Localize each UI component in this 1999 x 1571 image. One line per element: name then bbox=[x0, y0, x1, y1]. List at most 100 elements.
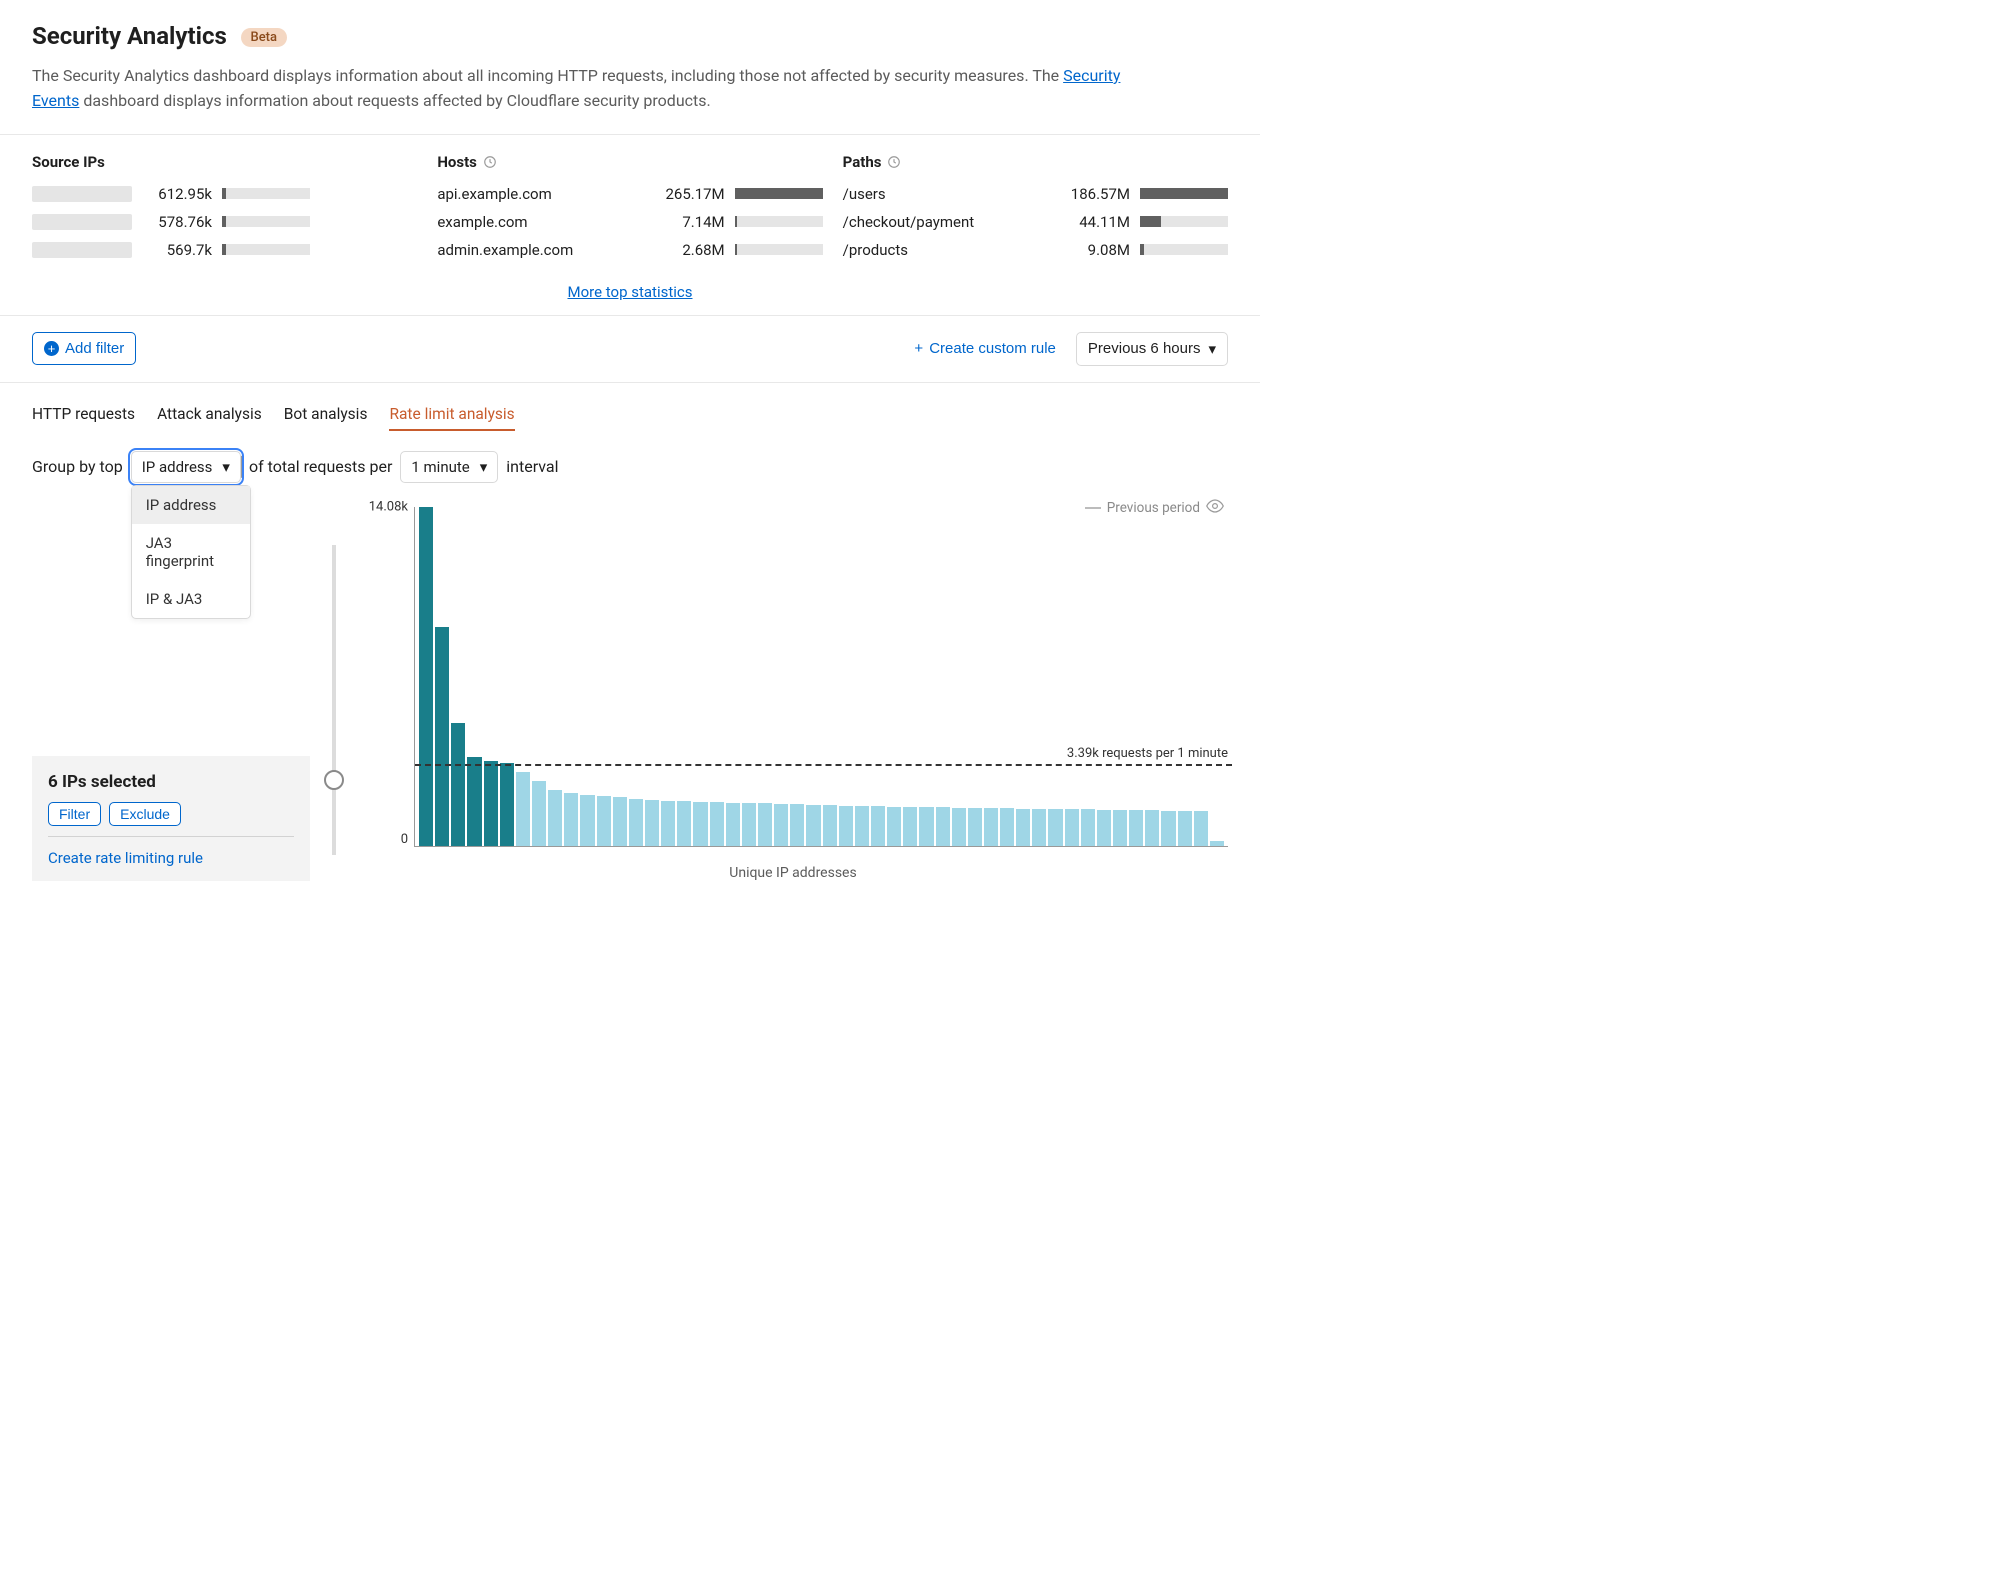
chart-bar[interactable] bbox=[1000, 808, 1014, 845]
top-stat-row[interactable]: /users186.57M bbox=[843, 185, 1228, 203]
top-stat-row[interactable]: /products9.08M bbox=[843, 241, 1228, 259]
interval-select[interactable]: 1 minute ▾ bbox=[400, 451, 498, 483]
create-rate-limiting-rule-link[interactable]: Create rate limiting rule bbox=[48, 849, 203, 867]
chart-bar[interactable] bbox=[855, 806, 869, 845]
top-stat-value: 7.14M bbox=[655, 213, 725, 231]
chart-bar[interactable] bbox=[726, 803, 740, 846]
chart-bar[interactable] bbox=[597, 796, 611, 845]
tab-rate-limit-analysis[interactable]: Rate limit analysis bbox=[389, 405, 514, 431]
chart-bar[interactable] bbox=[936, 807, 950, 845]
chart-bar[interactable] bbox=[823, 805, 837, 845]
threshold-label: 3.39k requests per 1 minute bbox=[1067, 746, 1228, 764]
groupby-select[interactable]: IP address ▾ bbox=[131, 451, 241, 483]
chart-bar[interactable] bbox=[484, 761, 498, 845]
chart-bar[interactable] bbox=[467, 757, 481, 846]
chart-bar[interactable] bbox=[645, 800, 659, 846]
filter-button[interactable]: Filter bbox=[48, 802, 101, 826]
clock-icon bbox=[483, 155, 497, 169]
caret-down-icon: ▾ bbox=[222, 458, 230, 476]
chart-bar[interactable] bbox=[839, 806, 853, 846]
chart-bar[interactable] bbox=[984, 808, 998, 846]
chart-bar[interactable] bbox=[548, 790, 562, 845]
top-stat-value: 44.11M bbox=[1060, 213, 1130, 231]
chart-bar[interactable] bbox=[677, 801, 691, 846]
chart-bar[interactable] bbox=[968, 808, 982, 846]
chart-bar[interactable] bbox=[516, 772, 530, 845]
chart-bar[interactable] bbox=[1097, 810, 1111, 846]
chart-bar[interactable] bbox=[710, 802, 724, 846]
chart-bar[interactable] bbox=[1194, 811, 1208, 845]
chart-bar[interactable] bbox=[1178, 811, 1192, 846]
chart-bar[interactable] bbox=[742, 803, 756, 846]
top-stat-value: 612.95k bbox=[142, 185, 212, 203]
top-stat-column: Paths/users186.57M/checkout/payment44.11… bbox=[843, 153, 1228, 269]
timerange-value: Previous 6 hours bbox=[1088, 340, 1201, 357]
chart-bar[interactable] bbox=[661, 801, 675, 846]
groupby-option[interactable]: JA3 fingerprint bbox=[132, 524, 250, 580]
top-stat-bar bbox=[1140, 188, 1228, 199]
clock-icon bbox=[887, 155, 901, 169]
chart-bar[interactable] bbox=[451, 723, 465, 846]
chart-bar[interactable] bbox=[919, 807, 933, 846]
chart-bar[interactable] bbox=[887, 807, 901, 846]
intro-text-2: dashboard displays information about req… bbox=[79, 91, 710, 110]
threshold-slider[interactable] bbox=[320, 507, 348, 881]
chart-bar[interactable] bbox=[1048, 809, 1062, 846]
chart-bar[interactable] bbox=[806, 805, 820, 846]
top-stat-bar bbox=[1140, 216, 1228, 227]
chart-bar[interactable] bbox=[564, 793, 578, 846]
chart-bar[interactable] bbox=[952, 808, 966, 846]
top-stat-row[interactable]: example.com7.14M bbox=[437, 213, 822, 231]
chart-bar[interactable] bbox=[1210, 841, 1224, 845]
add-filter-button[interactable]: + Add filter bbox=[32, 332, 136, 365]
top-stat-row[interactable]: admin.example.com2.68M bbox=[437, 241, 822, 259]
slider-track bbox=[332, 545, 336, 855]
top-stat-value: 569.7k bbox=[142, 241, 212, 259]
chart-bar[interactable] bbox=[613, 797, 627, 845]
groupby-option[interactable]: IP address bbox=[132, 486, 250, 524]
top-stat-value: 265.17M bbox=[655, 185, 725, 203]
groupby-option[interactable]: IP & JA3 bbox=[132, 580, 250, 618]
chart-bar[interactable] bbox=[532, 781, 546, 846]
analysis-tabs: HTTP requests Attack analysis Bot analysis… bbox=[32, 383, 1228, 437]
rate-limit-chart: 014.08k 3.39k requests per 1 minute bbox=[358, 507, 1228, 847]
chart-bar[interactable] bbox=[500, 763, 514, 846]
chart-y-axis: 014.08k bbox=[358, 507, 414, 847]
chart-bar[interactable] bbox=[419, 507, 433, 846]
chart-bar[interactable] bbox=[871, 806, 885, 845]
chart-bar[interactable] bbox=[629, 799, 643, 846]
slider-handle-icon[interactable] bbox=[324, 770, 344, 790]
chart-bar[interactable] bbox=[774, 804, 788, 846]
top-stat-row[interactable]: 578.76k bbox=[32, 213, 417, 231]
chart-bar[interactable] bbox=[758, 803, 772, 845]
chart-bar[interactable] bbox=[903, 807, 917, 846]
chart-bar[interactable] bbox=[1065, 809, 1079, 845]
page-title: Security Analytics bbox=[32, 22, 227, 50]
add-filter-label: Add filter bbox=[65, 340, 124, 357]
chart-bar[interactable] bbox=[693, 802, 707, 846]
exclude-button[interactable]: Exclude bbox=[109, 802, 181, 826]
top-stat-label: api.example.com bbox=[437, 185, 644, 203]
top-stat-row[interactable]: api.example.com 265.17M bbox=[437, 185, 822, 203]
more-top-statistics-link[interactable]: More top statistics bbox=[568, 283, 693, 301]
chart-bar[interactable] bbox=[1081, 809, 1095, 845]
top-stat-row[interactable]: /checkout/payment44.11M bbox=[843, 213, 1228, 231]
tab-http-requests[interactable]: HTTP requests bbox=[32, 405, 135, 431]
plus-circle-icon: + bbox=[44, 341, 59, 356]
chart-bar[interactable] bbox=[435, 627, 449, 846]
chart-bar[interactable] bbox=[790, 804, 804, 845]
chart-bar[interactable] bbox=[1161, 811, 1175, 846]
top-stat-bar bbox=[1140, 244, 1228, 255]
create-custom-rule-button[interactable]: + Create custom rule bbox=[908, 339, 1061, 358]
chart-bar[interactable] bbox=[580, 795, 594, 846]
chart-bar[interactable] bbox=[1129, 810, 1143, 845]
timerange-select[interactable]: Previous 6 hours ▾ bbox=[1076, 332, 1228, 366]
top-stat-row[interactable]: 569.7k bbox=[32, 241, 417, 259]
chart-bar[interactable] bbox=[1032, 809, 1046, 846]
chart-bar[interactable] bbox=[1145, 810, 1159, 845]
chart-bar[interactable] bbox=[1113, 810, 1127, 846]
tab-attack-analysis[interactable]: Attack analysis bbox=[157, 405, 262, 431]
top-stat-row[interactable]: 612.95k bbox=[32, 185, 417, 203]
tab-bot-analysis[interactable]: Bot analysis bbox=[284, 405, 368, 431]
chart-bar[interactable] bbox=[1016, 809, 1030, 846]
